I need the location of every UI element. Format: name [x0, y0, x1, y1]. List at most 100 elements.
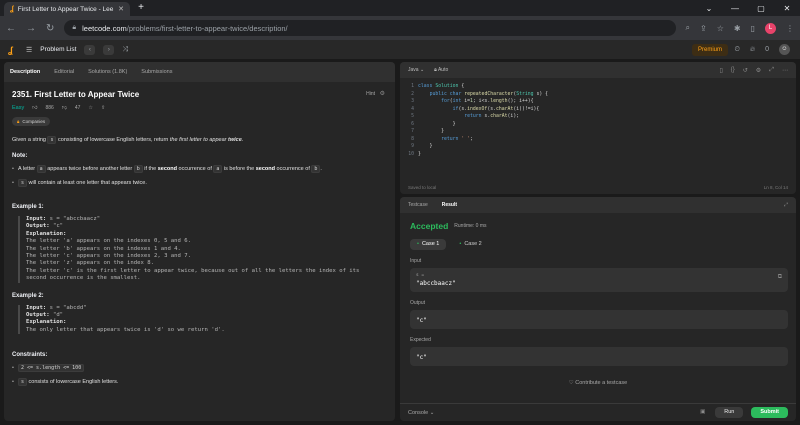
note-heading: Note: [12, 153, 28, 159]
bookmark-icon[interactable]: ▯ [719, 67, 722, 74]
run-button[interactable]: Run [715, 407, 744, 418]
list-item: A letter a appears twice before another … [12, 165, 387, 174]
settings-icon[interactable]: ⚙ [380, 90, 385, 97]
dislike-count: 47 [74, 105, 81, 111]
case-1-tab[interactable]: • Case 1 [410, 239, 447, 250]
url-domain: leetcode.com [82, 23, 127, 33]
timer-icon[interactable]: ⏲ [734, 46, 739, 54]
forward-icon[interactable]: → [26, 23, 36, 34]
prev-problem-button[interactable]: ‹ [84, 44, 96, 55]
input-box: s = "abccbaacz" ⧉ [410, 268, 788, 292]
line-number: 3 [411, 99, 414, 104]
line-number: 8 [411, 136, 414, 142]
input-value: "abccbaacz" [416, 280, 456, 287]
lock-icon: 🔒︎ [17, 119, 20, 124]
tab-description[interactable]: Description [10, 69, 40, 75]
like-icon[interactable]: 👍︎ [32, 105, 37, 111]
code-text[interactable]: class Solution { public char repeatedCha… [418, 83, 548, 178]
expected-box: "c" [410, 347, 788, 366]
editor-icons: ▯ {} ↺ ⚙ ⤢ ⋯ [719, 67, 788, 74]
example-1-heading: Example 1: [12, 204, 44, 210]
streak-icon[interactable]: 🔥︎ [750, 46, 755, 54]
line-number-gutter: 1 2 3 4 5 6 7 8 9 10 [400, 83, 418, 178]
tab-testcase[interactable]: Testcase [408, 202, 428, 208]
code-editor-panel: Java ⌄ 🔒︎ Auto ▯ {} ↺ ⚙ ⤢ ⋯ 1 2 3 4 5 6 7 8 9 10 … [400, 62, 796, 194]
companies-chip[interactable]: 🔒︎ Companies [12, 117, 51, 126]
menu-icon[interactable]: ⋮ [786, 24, 794, 33]
line-number: 7 [411, 129, 414, 134]
case-2-tab[interactable]: • Case 2 [452, 239, 488, 250]
more-icon[interactable]: ⋯ [782, 67, 788, 74]
browser-toolbar: ← → ↻ 🔒︎ leetcode.com/problems/first-let… [0, 16, 800, 40]
premium-button[interactable]: Premium [691, 44, 728, 56]
hint-link[interactable]: Hint [366, 91, 375, 97]
maximize-icon[interactable]: ▢ [748, 4, 774, 13]
constraints-list: 2 <= s.length <= 100 s consists of lower… [12, 364, 387, 387]
runtime-label: Runtime: 0 ms [454, 223, 487, 229]
description-tabs: Description Editorial Solutions (1.8K) S… [4, 62, 395, 82]
example-2-heading: Example 2: [12, 292, 44, 299]
line-number: 6 [411, 121, 414, 127]
leetcode-favicon-icon: ʆ [10, 5, 14, 13]
result-footer: Console ⌄ ▣ Run Submit [400, 403, 796, 421]
expand-icon[interactable]: ⤢ [769, 67, 774, 74]
problem-description: Given a string s consisting of lowercase… [12, 136, 244, 144]
minimize-icon[interactable]: — [722, 4, 748, 13]
contribute-testcase-link[interactable]: ♡ Contribute a testcase [400, 380, 796, 386]
code-area[interactable]: 1 2 3 4 5 6 7 8 9 10 class Solution { public char… [400, 78, 796, 178]
console-toggle[interactable]: Console ⌄ [408, 410, 434, 416]
input-var: s = [416, 273, 425, 278]
tab-search-icon[interactable]: ⌄ [696, 4, 722, 13]
status-badge: Accepted [410, 221, 449, 231]
browser-tab[interactable]: ʆ First Letter to Appear Twice - Lee ✕ [4, 2, 130, 16]
close-window-icon[interactable]: ✕ [774, 4, 800, 13]
extensions-icon[interactable]: ✱ [734, 24, 741, 33]
auto-mode-toggle[interactable]: 🔒︎ Auto [434, 67, 448, 73]
braces-icon[interactable]: {} [731, 67, 735, 73]
new-tab-button[interactable]: + [134, 2, 148, 14]
user-avatar[interactable]: ☺ [779, 44, 790, 55]
line-number: 4 [411, 106, 414, 112]
star-icon[interactable]: ☆ [717, 24, 724, 33]
leetcode-header: ʆ ☰ Problem List ‹ › ⤨ Premium ⏲ 🔥︎ 0 ☺ [0, 40, 800, 60]
result-panel: Testcase Result ⤢ Accepted Runtime: 0 ms… [400, 197, 796, 421]
reset-icon[interactable]: ↺ [743, 67, 748, 74]
problem-meta: Easy 👍︎ 886 👎︎ 47 ☆ ⇪ [12, 105, 387, 111]
share-icon[interactable]: ⇪ [101, 105, 105, 111]
description-panel: Description Editorial Solutions (1.8K) S… [4, 62, 395, 421]
star-icon[interactable]: ☆ [88, 105, 92, 111]
share-icon[interactable]: ⇪ [700, 24, 707, 33]
result-tabs: Testcase Result ⤢ [400, 197, 796, 213]
submit-button[interactable]: Submit [751, 407, 788, 418]
shuffle-icon[interactable]: ⤨ [122, 46, 128, 54]
url-path: /problems/first-letter-to-appear-twice/d… [126, 23, 288, 33]
browser-tab-strip: ʆ First Letter to Appear Twice - Lee ✕ +… [0, 0, 800, 16]
difficulty-badge: Easy [12, 105, 25, 111]
tab-solutions[interactable]: Solutions (1.8K) [88, 69, 127, 75]
next-problem-button[interactable]: › [103, 44, 115, 55]
tab-result[interactable]: Result [442, 202, 457, 208]
leetcode-logo-icon[interactable]: ʆ [8, 45, 18, 55]
cursor-position: Ln 8, Col 14 [763, 185, 788, 190]
back-icon[interactable]: ← [6, 23, 16, 34]
reload-icon[interactable]: ↻ [46, 23, 54, 34]
search-icon[interactable]: ⌕ [686, 23, 690, 33]
extension-icons: ⌕ ⇪ ☆ ✱ ▯ L ⋮ [686, 22, 794, 34]
header-icons: ⏲ 🔥︎ 0 ☺ [734, 44, 790, 55]
tab-submissions[interactable]: Submissions [141, 69, 172, 75]
expand-icon[interactable]: ⤢ [784, 202, 788, 208]
settings-icon[interactable]: ⚙ [756, 67, 761, 74]
output-box: "c" [410, 310, 788, 329]
language-select[interactable]: Java ⌄ [408, 67, 424, 73]
problem-list-link[interactable]: Problem List [40, 46, 76, 53]
address-bar[interactable]: 🔒︎ leetcode.com/problems/first-letter-to… [64, 20, 676, 36]
copy-icon[interactable]: ⧉ [778, 273, 782, 281]
close-tab-icon[interactable]: ✕ [118, 5, 124, 13]
save-icon[interactable]: ▣ [698, 407, 707, 418]
dislike-icon[interactable]: 👎︎ [62, 105, 67, 111]
sidebar-icon[interactable]: ▯ [751, 24, 755, 33]
line-number: 10 [408, 151, 414, 157]
saved-status: Saved to local [408, 185, 437, 190]
avatar[interactable]: L [765, 22, 776, 34]
tab-editorial[interactable]: Editorial [54, 69, 74, 75]
